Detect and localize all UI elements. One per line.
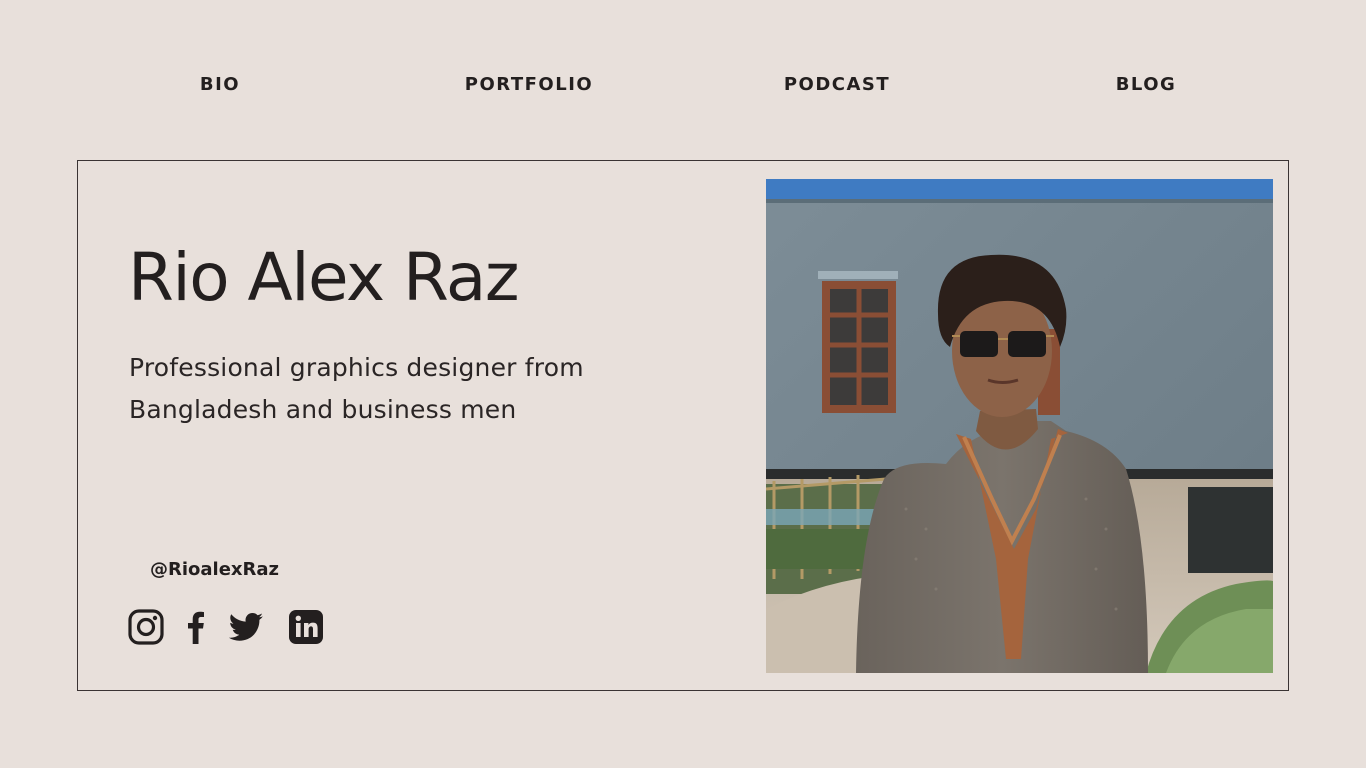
nav-link-blog[interactable]: BLOG [1026,74,1266,95]
tagline-line-2: Bangladesh and business men [129,395,517,424]
profile-name: Rio Alex Raz [128,239,520,316]
linkedin-icon[interactable] [288,609,324,645]
profile-card: Rio Alex Raz Professional graphics desig… [77,160,1289,691]
nav-link-podcast[interactable]: PODCAST [717,74,957,95]
profile-tagline: Professional graphics designer from Bang… [129,347,689,431]
facebook-icon[interactable] [178,609,214,645]
instagram-icon[interactable] [128,609,164,645]
social-handle: @RioalexRaz [150,559,280,580]
profile-photo [766,179,1273,673]
twitter-icon[interactable] [228,609,264,645]
nav-link-portfolio[interactable]: PORTFOLIO [409,74,649,95]
tagline-line-1: Professional graphics designer from [129,353,584,382]
nav-link-bio[interactable]: BIO [100,74,340,95]
top-navigation: BIO PORTFOLIO PODCAST BLOG [0,0,1366,170]
